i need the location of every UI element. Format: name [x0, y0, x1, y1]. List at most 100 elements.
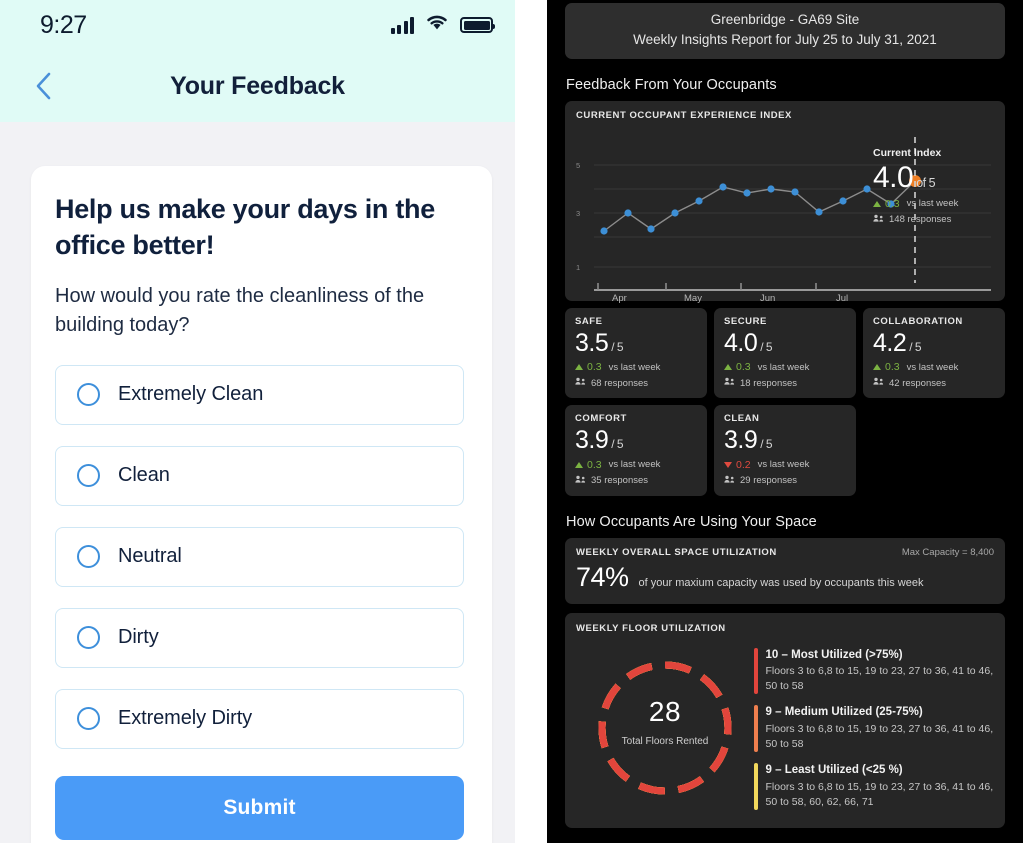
nav-bar: Your Feedback — [0, 50, 515, 122]
people-icon — [575, 377, 586, 389]
phone-panel: 9:27 Your Feedback Help us make your day… — [0, 0, 547, 843]
current-index-delta: 0.3 vs last week — [873, 198, 1008, 210]
triangle-up-icon — [873, 200, 881, 207]
x-tick-apr: Apr — [612, 293, 627, 304]
floor-utilization-panel: WEEKLY FLOOR UTILIZATION 28 Total Floors… — [565, 612, 1005, 828]
legend-item-most: 10 – Most Utilized (>75%) Floors 3 to 6,… — [754, 647, 995, 695]
radio-icon[interactable] — [77, 707, 100, 731]
chevron-left-icon[interactable] — [26, 69, 60, 103]
delta-label: vs last week — [608, 459, 661, 470]
legend-count: 9 — [765, 764, 772, 776]
metric-label: SECURE — [724, 316, 767, 327]
phone-right-strip — [515, 0, 547, 843]
metric-card-safe[interactable]: SAFE 3.5/ 5 0.3 vs last week 68 response… — [565, 308, 707, 399]
responses-text: 18 responses — [740, 377, 798, 389]
metric-value: 3.9/ 5 — [724, 425, 846, 456]
metric-scale: / 5 — [611, 437, 624, 452]
metric-scale: / 5 — [760, 340, 773, 354]
option-clean[interactable]: Clean — [55, 445, 464, 506]
legend-title: Most Utilized (>75%) — [791, 648, 903, 661]
occupant-index-label: CURRENT OCCUPANT EXPERIENCE INDEX — [576, 110, 792, 121]
metric-number: 3.5 — [575, 329, 609, 357]
radio-icon[interactable] — [77, 626, 100, 650]
donut-center-label: 28 Total Floors Rented — [576, 696, 754, 747]
option-neutral[interactable]: Neutral — [55, 526, 464, 587]
metric-card-clean[interactable]: CLEAN 3.9/ 5 0.2 vs last week 29 respons… — [714, 405, 856, 496]
metric-card-collaboration[interactable]: COLLABORATION 4.2/ 5 0.3 vs last week 42… — [863, 308, 1005, 399]
x-tick-may: May — [684, 293, 702, 304]
metric-delta: 0.3 vs last week — [724, 361, 846, 373]
metric-label: CLEAN — [724, 413, 760, 425]
index-line-chart: 5 3 1 Apr May Jun Jul Current Index 4.0 … — [576, 125, 996, 304]
submit-button[interactable]: Submit — [55, 775, 464, 840]
total-floors-label: Total Floors Rented — [621, 735, 709, 747]
legend-dash: – — [775, 764, 782, 776]
triangle-down-icon — [724, 461, 732, 468]
triangle-up-icon — [724, 364, 732, 371]
responses-text: 42 responses — [889, 377, 947, 389]
option-dirty[interactable]: Dirty — [55, 607, 464, 668]
dashboard-panel: Greenbridge - GA69 Site Weekly Insights … — [547, 0, 1023, 843]
delta-label: vs last week — [608, 361, 661, 373]
survey-heading: Help us make your days in the office bet… — [55, 194, 435, 260]
metric-card-secure[interactable]: SECURE 4.0/ 5 0.3 vs last week 18 respon… — [714, 308, 856, 399]
delta-value: 0.3 — [736, 361, 751, 374]
legend-count: 10 — [765, 648, 779, 661]
people-icon — [873, 377, 884, 389]
current-index-of: of 5 — [916, 176, 936, 190]
triangle-up-icon — [575, 364, 583, 371]
option-extremely-dirty[interactable]: Extremely Dirty — [55, 688, 464, 749]
triangle-up-icon — [873, 364, 881, 371]
status-bar: 9:27 — [0, 0, 515, 50]
metric-label: COLLABORATION — [873, 316, 963, 327]
metric-responses: 68 responses — [575, 377, 697, 389]
metric-number: 3.9 — [724, 426, 758, 455]
legend-count: 9 — [765, 706, 772, 719]
current-index-value: 4.0 of 5 — [873, 161, 1008, 196]
metric-number: 4.0 — [724, 329, 758, 357]
delta-label: vs last week — [757, 361, 810, 373]
metric-cards: SAFE 3.5/ 5 0.3 vs last week 68 response… — [565, 308, 1005, 496]
current-index-number: 4.0 — [873, 161, 914, 194]
metric-delta: 0.3 vs last week — [873, 361, 995, 373]
legend-dash: – — [781, 648, 788, 661]
metric-responses: 42 responses — [873, 377, 995, 389]
legend-title: Least Utilized (<25 %) — [784, 764, 903, 776]
phone-content: 9:27 Your Feedback Help us make your day… — [0, 0, 515, 843]
utilization-label: WEEKLY OVERALL SPACE UTILIZATION — [576, 546, 777, 558]
metric-delta: 0.3 vs last week — [575, 459, 697, 471]
metric-card-comfort[interactable]: COMFORT 3.9/ 5 0.3 vs last week 35 respo… — [565, 405, 707, 496]
delta-value: 0.3 — [587, 361, 602, 374]
status-time: 9:27 — [40, 10, 87, 39]
delta-label: vs last week — [757, 459, 810, 470]
radio-icon[interactable] — [77, 383, 100, 407]
people-icon — [575, 475, 586, 487]
people-icon — [873, 214, 884, 226]
option-label: Extremely Dirty — [118, 707, 253, 730]
current-index-callout: Current Index 4.0 of 5 0.3 vs last week 1… — [873, 147, 1008, 226]
radio-icon[interactable] — [77, 464, 100, 488]
page-title: Your Feedback — [170, 71, 345, 100]
current-index-title: Current Index — [873, 147, 942, 159]
metric-value: 4.0/ 5 — [724, 328, 846, 359]
floor-donut-chart: 28 Total Floors Rented — [576, 640, 754, 815]
metric-delta: 0.2 vs last week — [724, 459, 846, 471]
utilization-header: WEEKLY OVERALL SPACE UTILIZATION Max Cap… — [576, 547, 994, 558]
legend-floors: Floors 3 to 6,8 to 15, 19 to 23, 27 to 3… — [765, 723, 994, 751]
utilization-percent: 74% — [576, 561, 629, 592]
option-extremely-clean[interactable]: Extremely Clean — [55, 364, 464, 425]
radio-icon[interactable] — [77, 545, 100, 569]
delta-value: 0.2 — [736, 458, 751, 471]
delta-value: 0.3 — [885, 197, 900, 210]
delta-label: vs last week — [906, 361, 959, 373]
legend-heading: 10 – Most Utilized (>75%) — [766, 648, 995, 663]
legend-item-medium: 9 – Medium Utilized (25-75%) Floors 3 to… — [754, 705, 994, 752]
report-site: Greenbridge - GA69 Site — [710, 12, 860, 27]
legend-title: Medium Utilized (25-75%) — [784, 706, 923, 719]
delta-value: 0.3 — [587, 458, 602, 471]
responses-text: 68 responses — [591, 377, 649, 389]
metric-number: 4.2 — [873, 329, 907, 357]
occupant-index-panel: CURRENT OCCUPANT EXPERIENCE INDEX 5 3 1 — [565, 101, 1005, 304]
screen-root: 9:27 Your Feedback Help us make your day… — [0, 0, 1023, 843]
legend-color-bar — [754, 763, 758, 810]
